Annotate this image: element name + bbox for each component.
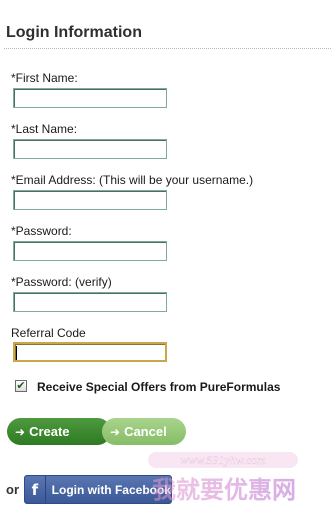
watermark-url: www.591yhw.com <box>180 453 266 467</box>
arrow-right-icon: ➜ <box>15 424 26 439</box>
create-button-label: Create <box>29 424 70 439</box>
checkmark-icon: ✔ <box>16 379 26 392</box>
first-name-input[interactable] <box>13 88 167 108</box>
login-information-form: Login Information *First Name: *Last Nam… <box>0 0 333 514</box>
referral-code-input[interactable] <box>13 342 167 362</box>
text-caret <box>16 346 17 360</box>
special-offers-checkbox[interactable]: ✔ <box>15 380 27 392</box>
last-name-input[interactable] <box>13 139 167 159</box>
watermark-url-pill <box>148 452 298 468</box>
special-offers-label: Receive Special Offers from PureFormulas <box>37 380 281 394</box>
watermark-text: 我就要优惠网 <box>152 476 296 504</box>
arrow-right-icon: ➜ <box>110 424 121 439</box>
cancel-button[interactable]: ➜ Cancel <box>102 418 186 445</box>
password-verify-label: *Password: (verify) <box>11 275 112 289</box>
or-separator: or <box>6 482 19 497</box>
facebook-icon: f <box>25 476 46 503</box>
referral-code-label: Referral Code <box>11 326 86 340</box>
last-name-label: *Last Name: <box>11 122 78 136</box>
password-verify-input[interactable] <box>13 292 167 312</box>
create-button[interactable]: ➜ Create <box>7 418 111 445</box>
password-label: *Password: <box>11 224 72 238</box>
email-input[interactable] <box>13 190 167 210</box>
facebook-login-label: Login with Facebook <box>51 482 171 497</box>
facebook-login-button[interactable]: f Login with Facebook <box>24 475 172 504</box>
first-name-label: *First Name: <box>11 71 78 85</box>
cancel-button-label: Cancel <box>124 424 167 439</box>
email-label: *Email Address: (This will be your usern… <box>11 173 254 187</box>
password-input[interactable] <box>13 241 167 261</box>
section-divider <box>4 48 331 49</box>
section-title: Login Information <box>6 24 142 41</box>
